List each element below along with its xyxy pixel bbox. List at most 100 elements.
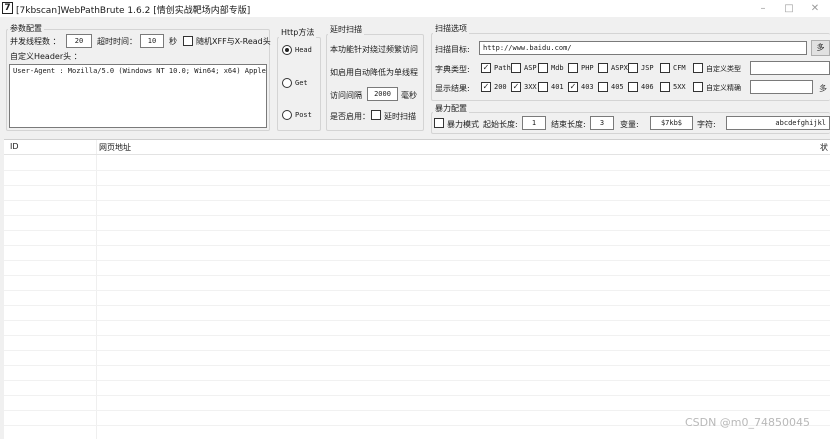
custom-type-input[interactable] — [750, 61, 830, 75]
results-list[interactable]: ID 网页地址 状 — [4, 139, 830, 439]
interval-label: 访问间隔 — [330, 91, 362, 100]
method-post-label: Post — [295, 111, 312, 119]
row-divider — [4, 215, 830, 216]
result-type-checkbox-5[interactable] — [628, 82, 638, 92]
scan-start-button[interactable]: 多 — [811, 40, 830, 56]
result-type-label-4: 405 — [611, 83, 624, 91]
dict-type-label-1: ASP — [524, 64, 537, 72]
row-divider — [4, 185, 830, 186]
result-type-label: 显示结果: — [435, 84, 470, 93]
maximize-icon[interactable]: □ — [779, 2, 799, 15]
row-divider — [4, 260, 830, 261]
threads-label: 并发线程数 ： — [10, 37, 61, 46]
interval-unit: 毫秒 — [401, 91, 417, 100]
dict-type-label-5: JSP — [641, 64, 654, 72]
result-type-checkbox-7[interactable] — [693, 82, 703, 92]
timeout-label: 超时时间： — [97, 37, 137, 46]
dict-type-checkbox-1[interactable] — [511, 63, 521, 73]
row-divider — [4, 395, 830, 396]
dict-type-checkbox-4[interactable] — [598, 63, 608, 73]
end-length-input[interactable]: 3 — [590, 116, 614, 130]
result-type-checkbox-3[interactable]: ✓ — [568, 82, 578, 92]
delay-enable-label: 是否启用： — [330, 112, 370, 121]
variable-input[interactable]: $7kb$ — [650, 116, 693, 130]
result-type-label-5: 406 — [641, 83, 654, 91]
method-head-label: Head — [295, 46, 312, 54]
delay-desc-2: 如启用自动降低为单线程 — [330, 68, 418, 77]
start-length-input[interactable]: 1 — [522, 116, 546, 130]
result-type-checkbox-1[interactable]: ✓ — [511, 82, 521, 92]
more-button[interactable]: 多 — [819, 83, 827, 94]
header-textarea[interactable]: User-Agent : Mozilla/5.0 (Windows NT 10.… — [9, 64, 267, 128]
header-text: User-Agent : Mozilla/5.0 (Windows NT 10.… — [13, 67, 267, 75]
row-divider — [4, 305, 830, 306]
brute-title: 暴力配置 — [433, 103, 469, 114]
delay-title: 延时扫描 — [328, 24, 364, 35]
method-post-radio[interactable] — [282, 110, 292, 120]
close-icon[interactable]: ✕ — [805, 2, 825, 15]
method-get-radio[interactable] — [282, 78, 292, 88]
column-id[interactable]: ID — [10, 142, 19, 151]
dict-type-checkbox-0[interactable]: ✓ — [481, 63, 491, 73]
brute-mode-checkbox[interactable] — [434, 118, 444, 128]
result-type-label-0: 200 — [494, 83, 507, 91]
params-group-title: 参数配置 — [8, 23, 44, 34]
row-divider — [4, 335, 830, 336]
dict-type-label-3: PHP — [581, 64, 594, 72]
row-divider — [4, 245, 830, 246]
csdn-watermark: CSDN @m0_74850045 — [684, 416, 810, 429]
row-divider — [4, 350, 830, 351]
row-divider — [4, 230, 830, 231]
dict-type-checkbox-6[interactable] — [660, 63, 670, 73]
end-length-label: 结束长度: — [551, 120, 586, 129]
custom-header-label: 自定义Header头 ： — [10, 52, 82, 61]
minimize-icon[interactable]: – — [753, 2, 773, 15]
row-divider — [4, 275, 830, 276]
timeout-unit: 秒 — [169, 37, 177, 46]
threads-input[interactable]: 20 — [66, 34, 92, 48]
dict-type-checkbox-5[interactable] — [628, 63, 638, 73]
title-bar: 7 [7kbscan]WebPathBrute 1.6.2 [情创实战靶场内部专… — [0, 0, 830, 17]
custom-exact-input[interactable] — [750, 80, 813, 94]
column-url[interactable]: 网页地址 — [99, 142, 131, 153]
dict-type-label: 字典类型: — [435, 65, 470, 74]
result-type-label-7: 自定义精确 — [706, 84, 741, 92]
row-divider — [4, 200, 830, 201]
result-type-checkbox-4[interactable] — [598, 82, 608, 92]
results-header: ID 网页地址 状 — [4, 140, 830, 155]
interval-input[interactable]: 2000 — [367, 87, 398, 101]
delay-enable-checkbox[interactable] — [371, 110, 381, 120]
delay-desc-1: 本功能针对绕过频繁访问 — [330, 45, 418, 54]
dict-type-label-2: Mdb — [551, 64, 564, 72]
method-head-radio[interactable] — [282, 45, 292, 55]
dict-type-label-4: ASPX — [611, 64, 628, 72]
delay-enable-checkbox-label: 延时扫描 — [384, 112, 416, 121]
charset-label: 字符: — [697, 120, 716, 129]
column-status[interactable]: 状 — [820, 142, 828, 153]
timeout-input[interactable]: 10 — [140, 34, 164, 48]
dict-type-checkbox-3[interactable] — [568, 63, 578, 73]
result-type-checkbox-0[interactable]: ✓ — [481, 82, 491, 92]
dict-type-label-6: CFM — [673, 64, 686, 72]
dict-type-label-7: 自定义类型 — [706, 65, 741, 73]
charset-input[interactable]: abcdefghijkl — [726, 116, 830, 130]
dict-type-checkbox-2[interactable] — [538, 63, 548, 73]
result-type-label-3: 403 — [581, 83, 594, 91]
result-type-label-2: 401 — [551, 83, 564, 91]
scan-target-label: 扫描目标: — [435, 45, 470, 54]
brute-mode-label: 暴力模式 — [447, 120, 479, 129]
method-get-label: Get — [295, 79, 308, 87]
scan-target-input[interactable]: http://www.baidu.com/ — [479, 41, 807, 55]
result-type-checkbox-2[interactable] — [538, 82, 548, 92]
row-divider — [4, 410, 830, 411]
row-divider — [4, 290, 830, 291]
http-method-title: Http方法 — [279, 27, 317, 38]
scan-options-title: 扫描选项 — [433, 23, 469, 34]
row-divider — [4, 320, 830, 321]
result-type-label-1: 3XX — [524, 83, 537, 91]
row-divider — [4, 365, 830, 366]
random-xff-checkbox[interactable] — [183, 36, 193, 46]
result-type-checkbox-6[interactable] — [660, 82, 670, 92]
dict-type-checkbox-7[interactable] — [693, 63, 703, 73]
dict-type-label-0: Path — [494, 64, 511, 72]
